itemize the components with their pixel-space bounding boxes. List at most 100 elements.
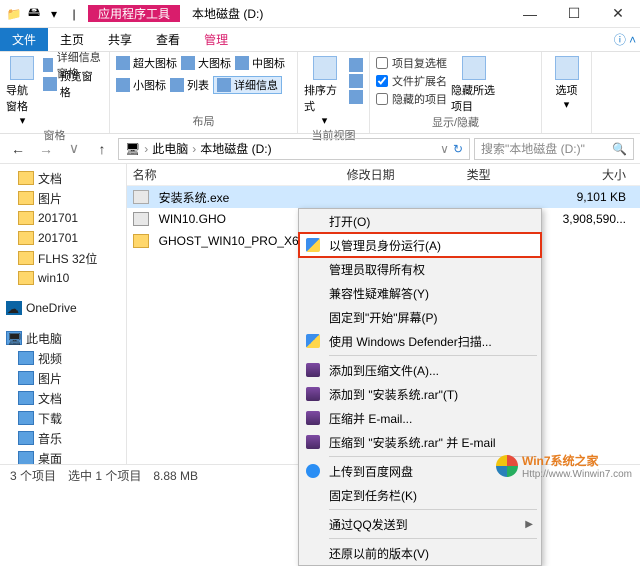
search-icon: 🔍: [612, 142, 627, 156]
ctx-pin-start[interactable]: 固定到"开始"屏幕(P): [299, 305, 541, 329]
title-section: 应用程序工具 本地磁盘 (D:): [88, 0, 275, 27]
pc-icon: 🖥: [125, 142, 140, 156]
chevron-right-icon: ▶: [525, 519, 533, 530]
breadcrumb[interactable]: 🖥 › 此电脑 › 本地磁盘 (D:) ∨ ↻: [118, 138, 470, 160]
minimize-button[interactable]: —: [508, 0, 552, 27]
nav-201701b: 201701: [0, 228, 126, 248]
folder-icon: 📁: [6, 6, 22, 22]
ctx-troubleshoot[interactable]: 兼容性疑难解答(Y): [299, 281, 541, 305]
exe-icon: [133, 190, 149, 204]
ctx-add-rar[interactable]: 添加到 "安装系统.rar"(T): [299, 382, 541, 406]
layout-details[interactable]: 详细信息: [213, 76, 282, 94]
options-button[interactable]: 选项▾: [548, 54, 585, 111]
ctx-add-archive[interactable]: 添加到压缩文件(A)...: [299, 358, 541, 382]
tab-view[interactable]: 查看: [144, 28, 192, 51]
ctx-run-as-admin[interactable]: 以管理员身份运行(A): [299, 233, 541, 257]
nav-music: 音乐: [0, 428, 126, 448]
shield-icon: [306, 334, 320, 348]
up-button[interactable]: ↑: [90, 137, 114, 161]
status-size: 8.88 MB: [153, 469, 198, 483]
ctx-open[interactable]: 打开(O): [299, 209, 541, 233]
nav-201701a: 201701: [0, 208, 126, 228]
crumb-drive[interactable]: 本地磁盘 (D:): [200, 140, 271, 157]
nav-tree[interactable]: 文档 图片 201701 201701 FLHS 32位 win10 ☁OneD…: [0, 164, 127, 464]
list-header[interactable]: 名称 修改日期 类型 大小: [127, 164, 640, 186]
file-ext-toggle[interactable]: 文件扩展名: [376, 72, 447, 90]
forward-button[interactable]: →: [34, 137, 58, 161]
file-row[interactable]: 安装系统.exe 9,101 KB: [127, 186, 640, 208]
layout-large[interactable]: 大图标: [181, 54, 231, 72]
nav-pane-button[interactable]: 导航窗格▾: [6, 54, 39, 127]
nav-pictures2: 图片: [0, 368, 126, 388]
addr-dropdown-icon[interactable]: ∨: [440, 142, 449, 156]
recent-dropdown[interactable]: ∨: [62, 137, 86, 161]
crumb-thispc[interactable]: 此电脑: [152, 140, 188, 157]
tab-manage[interactable]: 管理: [192, 28, 240, 51]
quick-access: 📁 🖴 ▾ |: [0, 0, 88, 27]
close-button[interactable]: ✕: [596, 0, 640, 27]
separator-icon: |: [66, 6, 82, 22]
col-type: 类型: [467, 166, 557, 183]
back-button[interactable]: ←: [6, 137, 30, 161]
item-checkbox-toggle[interactable]: 项目复选框: [376, 54, 447, 72]
nav-documents: 文档: [0, 168, 126, 188]
add-col-icon[interactable]: [349, 74, 363, 88]
layout-small[interactable]: 小图标: [116, 76, 166, 94]
hide-selected-button[interactable]: 隐藏所选项目: [451, 54, 497, 114]
maximize-button[interactable]: ☐: [552, 0, 596, 27]
gho-icon: [133, 212, 149, 226]
ctx-baidu[interactable]: 上传到百度网盘: [299, 459, 541, 483]
preview-pane-button[interactable]: 预览窗格: [43, 75, 103, 93]
ctx-admin-ownership[interactable]: 管理员取得所有权: [299, 257, 541, 281]
folder-icon: [133, 234, 149, 248]
shield-icon: [306, 238, 320, 252]
drive-icon: 🖴: [26, 6, 42, 22]
ctx-email[interactable]: 压缩并 E-mail...: [299, 406, 541, 430]
ctx-separator: [329, 538, 537, 539]
nav-pictures: 图片: [0, 188, 126, 208]
window-controls: — ☐ ✕: [508, 0, 640, 27]
title-bar: 📁 🖴 ▾ | 应用程序工具 本地磁盘 (D:) — ☐ ✕: [0, 0, 640, 28]
hidden-items-toggle[interactable]: 隐藏的项目: [376, 90, 447, 108]
refresh-icon[interactable]: ↻: [453, 142, 463, 156]
ctx-pin-taskbar[interactable]: 固定到任务栏(K): [299, 483, 541, 507]
col-date: 修改日期: [347, 166, 467, 183]
group-icon[interactable]: [349, 58, 363, 72]
group-layout-label: 布局: [116, 113, 291, 131]
ctx-prev-versions[interactable]: 还原以前的版本(V): [299, 541, 541, 565]
tab-file[interactable]: 文件: [0, 28, 48, 51]
archive-icon: [306, 411, 320, 425]
contextual-tab-label: 应用程序工具: [88, 5, 180, 22]
sort-button[interactable]: 排序方式▾: [304, 54, 345, 127]
baidu-icon: [306, 464, 320, 478]
ctx-defender[interactable]: 使用 Windows Defender扫描...: [299, 329, 541, 353]
archive-icon: [306, 387, 320, 401]
nav-downloads: 下载: [0, 408, 126, 428]
layout-list[interactable]: 列表: [170, 76, 209, 94]
search-input[interactable]: 搜索"本地磁盘 (D:)" 🔍: [474, 138, 634, 160]
ctx-separator: [329, 355, 537, 356]
ribbon: 导航窗格▾ 详细信息窗格 预览窗格 窗格 超大图标 大图标 中图标 小图标 列表…: [0, 52, 640, 134]
nav-videos: 视频: [0, 348, 126, 368]
size-col-icon[interactable]: [349, 90, 363, 104]
col-size: 大小: [557, 166, 640, 183]
ribbon-help-icon[interactable]: ⓘ ˄: [610, 28, 640, 51]
archive-icon: [306, 363, 320, 377]
tab-home[interactable]: 主页: [48, 28, 96, 51]
address-bar: ← → ∨ ↑ 🖥 › 此电脑 › 本地磁盘 (D:) ∨ ↻ 搜索"本地磁盘 …: [0, 134, 640, 164]
nav-documents2: 文档: [0, 388, 126, 408]
status-count: 3 个项目: [10, 467, 56, 484]
ctx-rar-email[interactable]: 压缩到 "安装系统.rar" 并 E-mail: [299, 430, 541, 454]
nav-desktop: 桌面: [0, 448, 126, 464]
layout-extra-large[interactable]: 超大图标: [116, 54, 177, 72]
nav-thispc: 🖥此电脑: [0, 328, 126, 348]
col-name: 名称: [127, 166, 347, 183]
ctx-qq-send[interactable]: 通过QQ发送到▶: [299, 512, 541, 536]
group-showhide-label: 显示/隐藏: [376, 114, 535, 132]
dropdown-icon[interactable]: ▾: [46, 6, 62, 22]
nav-flhs: FLHS 32位: [0, 248, 126, 268]
window-title: 本地磁盘 (D:): [180, 5, 275, 22]
nav-win10: win10: [0, 268, 126, 288]
layout-medium[interactable]: 中图标: [235, 54, 285, 72]
tab-share[interactable]: 共享: [96, 28, 144, 51]
